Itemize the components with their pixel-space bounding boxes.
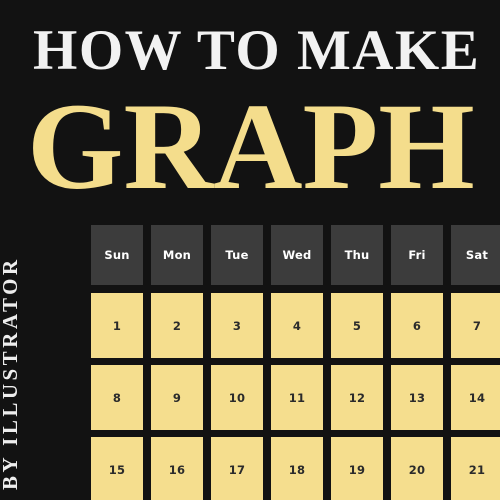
day-cell[interactable]: 7 (451, 293, 500, 358)
page-title-line-2: GRAPH (27, 78, 475, 215)
day-cell[interactable]: 14 (451, 365, 500, 430)
day-cell[interactable]: 13 (391, 365, 443, 430)
weekday-header-mon: Mon (151, 225, 203, 285)
calendar-header-row: Sun Mon Tue Wed Thu Fri Sat (91, 225, 500, 285)
day-cell[interactable]: 3 (211, 293, 263, 358)
day-cell[interactable]: 10 (211, 365, 263, 430)
day-cell[interactable]: 19 (331, 437, 383, 500)
page-title-line-1: HOW TO MAKE (33, 19, 481, 82)
weekday-header-fri: Fri (391, 225, 443, 285)
calendar-week-row: 8 9 10 11 12 13 14 (91, 365, 500, 430)
day-cell[interactable]: 15 (91, 437, 143, 500)
calendar-week-row: 1 2 3 4 5 6 7 (91, 293, 500, 358)
weekday-header-wed: Wed (271, 225, 323, 285)
day-cell[interactable]: 11 (271, 365, 323, 430)
weekday-header-tue: Tue (211, 225, 263, 285)
calendar-grid: Sun Mon Tue Wed Thu Fri Sat 1 2 3 4 5 6 … (91, 225, 500, 500)
day-cell[interactable]: 9 (151, 365, 203, 430)
day-cell[interactable]: 5 (331, 293, 383, 358)
day-cell[interactable]: 18 (271, 437, 323, 500)
poster-canvas: HOW TO MAKE GRAPH BY ILLUSTRATOR Sun Mon… (0, 0, 500, 500)
calendar-week-row: 15 16 17 18 19 20 21 (91, 437, 500, 500)
day-cell[interactable]: 1 (91, 293, 143, 358)
weekday-header-thu: Thu (331, 225, 383, 285)
weekday-header-sun: Sun (91, 225, 143, 285)
day-cell[interactable]: 6 (391, 293, 443, 358)
day-cell[interactable]: 2 (151, 293, 203, 358)
day-cell[interactable]: 16 (151, 437, 203, 500)
day-cell[interactable]: 21 (451, 437, 500, 500)
day-cell[interactable]: 12 (331, 365, 383, 430)
byline-vertical-text: BY ILLUSTRATOR (0, 256, 22, 490)
day-cell[interactable]: 20 (391, 437, 443, 500)
day-cell[interactable]: 17 (211, 437, 263, 500)
weekday-header-sat: Sat (451, 225, 500, 285)
day-cell[interactable]: 4 (271, 293, 323, 358)
day-cell[interactable]: 8 (91, 365, 143, 430)
